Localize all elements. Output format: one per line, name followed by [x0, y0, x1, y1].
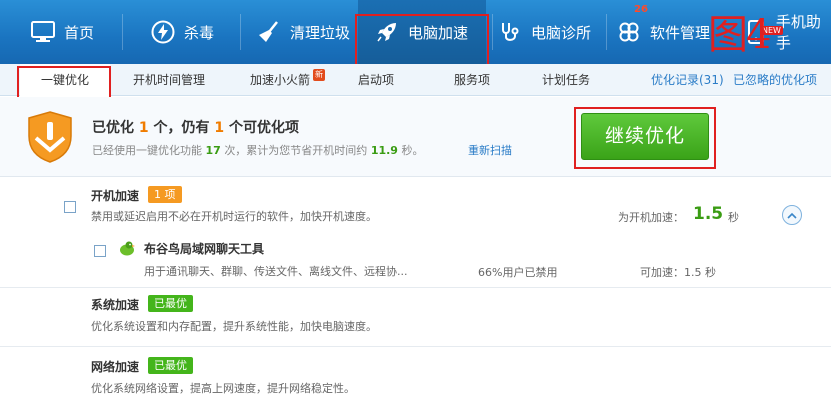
nav-divider [122, 14, 123, 50]
stethoscope-icon [497, 19, 523, 45]
tab-label: 启动项 [358, 73, 395, 87]
system-section-title: 系统加速 [91, 298, 140, 312]
network-status-tag: 已最优 [148, 357, 193, 374]
monitor-icon [30, 19, 56, 45]
system-status-tag: 已最优 [148, 295, 193, 312]
tab-label: 开机时间管理 [133, 73, 206, 87]
shield-icon [26, 110, 74, 168]
saved-seconds: 11.9 [370, 144, 398, 157]
lightning-icon [150, 19, 176, 45]
nav-divider [606, 14, 607, 50]
nav-cleanup[interactable]: 清理垃圾 [256, 0, 350, 64]
top-nav: 首页 杀毒 清理垃圾 电脑加速 电脑诊所 软件管理 26 手机助手 NEW 图4 [0, 0, 831, 69]
nav-software[interactable]: 软件管理 [616, 0, 710, 64]
nav-home[interactable]: 首页 [30, 0, 94, 64]
network-section-desc: 优化系统网络设置，提高上网速度，提升网络稳定性。 [91, 382, 355, 395]
network-section-title: 网络加速 [91, 360, 140, 374]
nav-divider [240, 14, 241, 50]
use-times: 17 [205, 144, 221, 157]
tab-label: 服务项 [454, 73, 491, 87]
tab-rocket[interactable]: 加速小火箭 [250, 64, 310, 96]
optimized-count: 1 [138, 120, 149, 136]
startup-section-desc: 禁用或延迟启用不必在开机时运行的软件，加快开机速度。 [91, 210, 377, 223]
app-window: 首页 杀毒 清理垃圾 电脑加速 电脑诊所 软件管理 26 手机助手 NEW 图4… [0, 0, 831, 410]
startup-count-tag: 1 项 [148, 186, 182, 203]
tab-scheduled-tasks[interactable]: 计划任务 [542, 64, 590, 96]
speedup-value: 1.5 [693, 204, 724, 224]
tab-services[interactable]: 服务项 [454, 64, 490, 96]
summary-stats: 已经使用一键优化功能 17 次，累计为您节省开机时间约 11.9 秒。 [92, 144, 424, 157]
nav-antivirus-label: 杀毒 [184, 23, 215, 42]
tab-boot-time[interactable]: 开机时间管理 [133, 64, 205, 96]
optimize-record-link[interactable]: 优化记录(31) [651, 64, 724, 96]
system-section-desc: 优化系统设置和内存配置，提升系统性能，加快电脑速度。 [91, 320, 377, 333]
hot-badge: 新 [313, 69, 325, 81]
figure-label: 图4 [708, 12, 771, 58]
app-item-can-speed: 可加速：1.5 秒 [640, 266, 716, 279]
chevron-up-icon [787, 212, 797, 219]
section-divider [0, 346, 831, 347]
collapse-button[interactable] [782, 205, 802, 225]
app-item-users: 66%用户已禁用 [478, 266, 558, 279]
ignored-items-link[interactable]: 已忽略的优化项 [733, 64, 817, 96]
summary-title: 已优化 1 个，仍有 1 个可优化项 [92, 120, 299, 136]
startup-section-checkbox[interactable] [64, 201, 76, 213]
nav-clinic-label: 电脑诊所 [531, 23, 592, 42]
broom-icon [256, 19, 282, 45]
nav-antivirus[interactable]: 杀毒 [150, 0, 214, 64]
nav-software-label: 软件管理 [650, 23, 711, 42]
tab-startup-items[interactable]: 启动项 [358, 64, 394, 96]
nav-phone-label: 手机助手 [775, 13, 821, 52]
sub-tab-bar: 一键优化 开机时间管理 加速小火箭 新 启动项 服务项 计划任务 优化记录(31… [0, 64, 831, 96]
rescan-link[interactable]: 重新扫描 [468, 142, 512, 158]
startup-section-title: 开机加速 [91, 189, 140, 203]
nav-home-label: 首页 [64, 23, 95, 42]
software-icon [616, 19, 642, 45]
speedup-label: 为开机加速： [618, 211, 684, 224]
app-item-checkbox[interactable] [94, 245, 106, 257]
section-divider [0, 287, 831, 288]
bird-app-icon [118, 239, 136, 261]
nav-divider [492, 14, 493, 50]
app-item-desc: 用于通讯聊天、群聊、传送文件、离线文件、远程协... [144, 265, 408, 278]
speedup-unit: 秒 [728, 211, 739, 224]
highlight-box-button [574, 107, 716, 169]
highlight-box-nav [355, 14, 489, 69]
nav-clinic[interactable]: 电脑诊所 [497, 0, 591, 64]
app-item-name: 布谷鸟局域网聊天工具 [144, 242, 265, 256]
tab-label: 计划任务 [542, 73, 591, 87]
nav-cleanup-label: 清理垃圾 [290, 23, 351, 42]
remaining-count: 1 [214, 120, 225, 136]
software-update-badge: 26 [634, 4, 648, 15]
tab-label: 加速小火箭 [250, 73, 311, 87]
